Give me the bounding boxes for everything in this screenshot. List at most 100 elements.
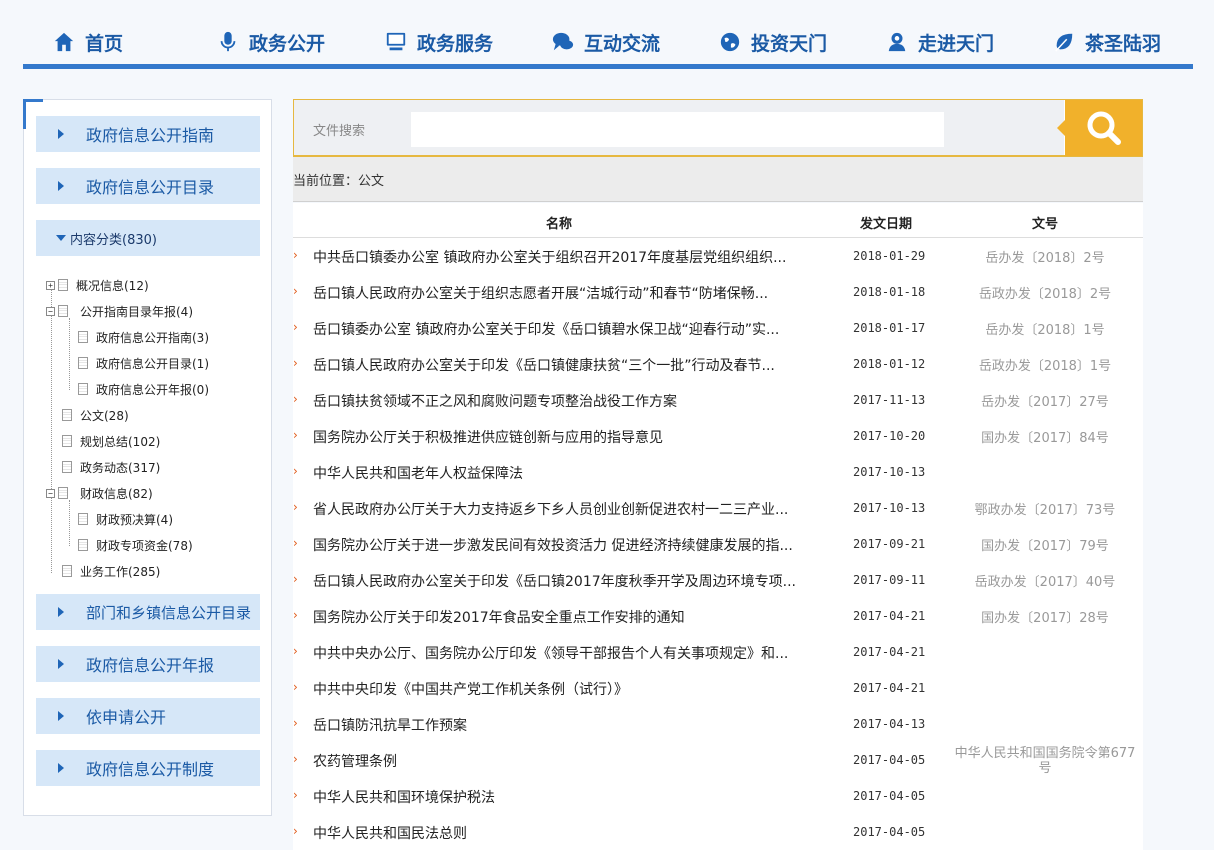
table-row[interactable]: › 中共岳口镇委办公室 镇政府办公室关于组织召开2017年度基层党组织组织... 2… [293,238,1143,274]
tree-item-label: 财政预决算(4) [96,512,173,527]
document-title-link[interactable]: 岳口镇人民政府办公室关于印发《岳口镇健康扶贫“三个一批”行动及春节... [313,355,775,375]
triangle-down-icon [56,235,66,241]
document-icon [78,331,88,343]
sidebar-item-disclosure-system[interactable]: 政府信息公开制度 [36,750,260,786]
collapse-icon[interactable]: − [46,488,55,498]
document-title-link[interactable]: 岳口镇防汛抗旱工作预案 [313,715,467,735]
tree-item-government-news[interactable]: 政务动态(317) [62,458,160,476]
chat-icon [552,32,574,51]
globe-icon [720,32,740,52]
sidebar-item-annual-report[interactable]: 政府信息公开年报 [36,646,260,682]
document-title-link[interactable]: 岳口镇人民政府办公室关于组织志愿者开展“洁城行动”和春节“防堵保畅... [313,283,768,303]
table-row[interactable]: › 中共中央印发《中国共产党工作机关条例（试行）》 2017-04-21 [293,670,1143,706]
expand-icon[interactable]: + [46,280,55,290]
sidebar-item-catalog[interactable]: 政府信息公开目录 [36,168,260,204]
chevron-right-icon: › [293,788,298,802]
search-button[interactable] [1057,100,1142,156]
tree-item-business-work[interactable]: 业务工作(285) [62,562,160,580]
table-row[interactable]: › 岳口镇扶贫领域不正之风和腐败问题专项整治战役工作方案 2017-11-13 岳办发… [293,382,1143,418]
document-table: 名称 发文日期 文号 › 中共岳口镇委办公室 镇政府办公室关于组织召开2017年度… [293,203,1143,850]
tree-item-financial-info[interactable]: − 财政信息(82) [46,484,153,502]
tree-item-planning-summary[interactable]: 规划总结(102) [62,432,160,450]
document-date: 2017-11-13 [853,393,926,407]
document-title-link[interactable]: 农药管理条例 [313,751,397,771]
nav-government-affairs-label: 政务公开 [249,32,326,55]
tree-item-public-guide-catalog-report[interactable]: − 公开指南目录年报(4) [46,302,193,320]
nav-invest[interactable]: 投资天门 [719,28,827,56]
document-title-link[interactable]: 岳口镇委办公室 镇政府办公室关于印发《岳口镇碧水保卫战“迎春行动”实... [313,319,779,339]
document-number: 岳办发〔2018〕1号 [985,323,1105,338]
collapse-icon[interactable]: − [46,306,55,316]
tree-item-info-annual-report[interactable]: 政府信息公开年报(0) [78,380,209,398]
search-label: 文件搜索 [313,124,366,139]
document-title-link[interactable]: 中华人民共和国环境保护税法 [313,787,495,807]
document-number: 中华人民共和国国务院令第677 号 [945,746,1145,776]
table-row[interactable]: › 岳口镇防汛抗旱工作预案 2017-04-13 [293,706,1143,742]
document-title-link[interactable]: 中华人民共和国老年人权益保障法 [313,463,523,483]
nav-home[interactable]: 首页 [53,28,123,56]
sidebar-item-label: 政府信息公开年报 [86,656,215,675]
document-number: 国办发〔2017〕28号 [981,611,1109,626]
triangle-right-icon [58,607,64,617]
document-title-link[interactable]: 中共中央办公厅、国务院办公厅印发《领导干部报告个人有关事项规定》和... [313,643,788,663]
table-row[interactable]: › 国务院办公厅关于进一步激发民间有效投资活力 促进经济持续健康发展的指... 20… [293,526,1143,562]
table-row[interactable]: › 中华人民共和国民法总则 2017-04-05 [293,814,1143,850]
table-row[interactable]: › 中共中央办公厅、国务院办公厅印发《领导干部报告个人有关事项规定》和... 201… [293,634,1143,670]
tree-item-budget[interactable]: 财政预决算(4) [78,510,173,528]
document-title-link[interactable]: 岳口镇扶贫领域不正之风和腐败问题专项整治战役工作方案 [313,391,677,411]
tree-item-official-documents[interactable]: 公文(28) [62,406,129,424]
tree-connector [51,285,52,573]
table-row[interactable]: › 岳口镇人民政府办公室关于印发《岳口镇2017年度秋季开学及周边环境专项... 2… [293,562,1143,598]
chevron-right-icon: › [293,644,298,658]
nav-about-label: 走进天门 [918,32,995,55]
nav-interaction[interactable]: 互动交流 [552,28,660,56]
chevron-right-icon: › [293,608,298,622]
search-input[interactable] [411,112,944,147]
document-title-link[interactable]: 岳口镇人民政府办公室关于印发《岳口镇2017年度秋季开学及周边环境专项... [313,571,796,591]
chevron-right-icon: › [293,320,298,334]
sidebar-item-label: 政府信息公开指南 [86,126,215,145]
sidebar-item-content-category[interactable]: 内容分类(830) [36,220,260,256]
document-title-link[interactable]: 国务院办公厅关于积极推进供应链创新与应用的指导意见 [313,427,663,447]
chevron-right-icon: › [293,284,298,298]
chevron-right-icon: › [293,716,298,730]
document-icon [78,357,88,369]
nav-about[interactable]: 走进天门 [886,28,994,56]
document-title-link[interactable]: 中共岳口镇委办公室 镇政府办公室关于组织召开2017年度基层党组织组织... [313,247,786,267]
table-row[interactable]: › 岳口镇委办公室 镇政府办公室关于印发《岳口镇碧水保卫战“迎春行动”实... 20… [293,310,1143,346]
table-row[interactable]: › 岳口镇人民政府办公室关于印发《岳口镇健康扶贫“三个一批”行动及春节... 201… [293,346,1143,382]
nav-government-affairs[interactable]: 政务公开 [217,28,325,56]
sidebar-item-dept-catalog[interactable]: 部门和乡镇信息公开目录 [36,594,260,630]
nav-interaction-label: 互动交流 [584,32,661,55]
nav-government-services[interactable]: 政务服务 [385,28,493,56]
document-title-link[interactable]: 中共中央印发《中国共产党工作机关条例（试行）》 [313,679,628,699]
tree-item-info-guide[interactable]: 政府信息公开指南(3) [78,328,209,346]
document-title-link[interactable]: 国务院办公厅关于印发2017年食品安全重点工作安排的通知 [313,607,685,627]
chevron-right-icon: › [293,572,298,586]
document-date: 2017-09-21 [853,537,926,551]
tree-item-overview[interactable]: + 概况信息(12) [46,276,149,294]
tree-item-special-funds[interactable]: 财政专项资金(78) [78,536,193,554]
sidebar-item-guide[interactable]: 政府信息公开指南 [36,116,260,152]
table-row[interactable]: › 中华人民共和国老年人权益保障法 2017-10-13 [293,454,1143,490]
table-row[interactable]: › 国务院办公厅关于积极推进供应链创新与应用的指导意见 2017-10-20 国办发〔… [293,418,1143,454]
search-notch [1057,120,1065,136]
table-row[interactable]: › 国务院办公厅关于印发2017年食品安全重点工作安排的通知 2017-04-21 国… [293,598,1143,634]
tree-connector [69,318,70,390]
table-row[interactable]: › 中华人民共和国环境保护税法 2017-04-05 [293,778,1143,814]
document-title-link[interactable]: 国务院办公厅关于进一步激发民间有效投资活力 促进经济持续健康发展的指... [313,535,793,555]
table-row[interactable]: › 农药管理条例 2017-04-05 中华人民共和国国务院令第677 号 [293,742,1143,778]
document-title-link[interactable]: 省人民政府办公厅关于大力支持返乡下乡人员创业创新促进农村一二三产业... [313,499,788,519]
triangle-right-icon [58,181,64,191]
tree-item-info-catalog[interactable]: 政府信息公开目录(1) [78,354,209,372]
document-title-link[interactable]: 中华人民共和国民法总则 [313,823,467,843]
search-icon [1087,111,1121,145]
tree-item-label: 概况信息(12) [76,278,149,293]
document-number-line: 号 [1038,761,1052,776]
sidebar-item-apply-disclosure[interactable]: 依申请公开 [36,698,260,734]
table-row[interactable]: › 省人民政府办公厅关于大力支持返乡下乡人员创业创新促进农村一二三产业... 201… [293,490,1143,526]
table-row[interactable]: › 岳口镇人民政府办公室关于组织志愿者开展“洁城行动”和春节“防堵保畅... 201… [293,274,1143,310]
chevron-right-icon: › [293,752,298,766]
nav-lu-yu[interactable]: 茶圣陆羽 [1053,28,1161,56]
chevron-right-icon: › [293,536,298,550]
